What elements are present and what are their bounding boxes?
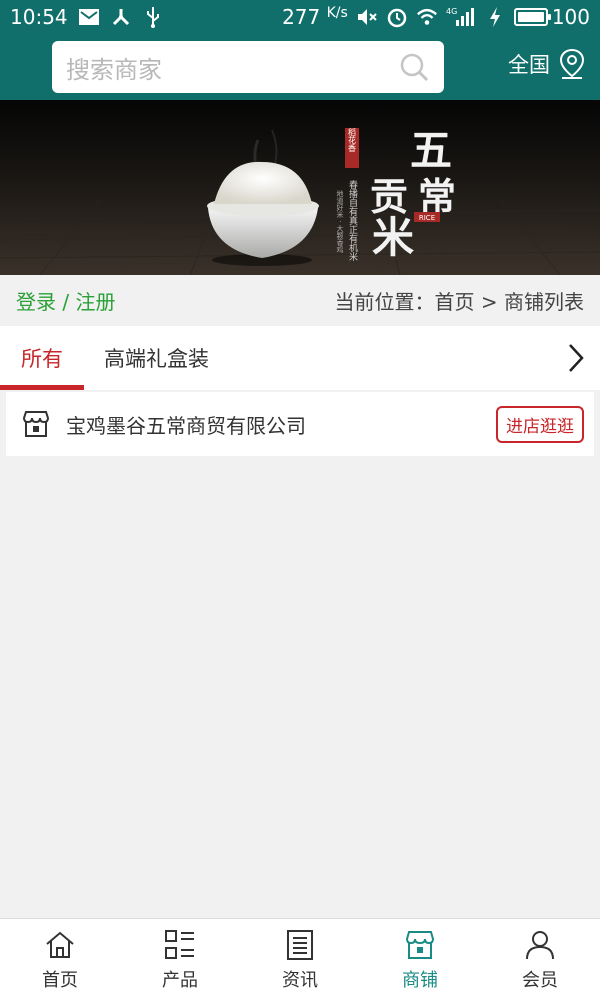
user-icon (526, 930, 554, 959)
banner-title-char-1: 五 (410, 126, 452, 175)
wifi-icon (416, 6, 438, 28)
chevron-right-icon (569, 344, 584, 372)
grid-list-icon (165, 929, 194, 959)
shop-name[interactable]: 宝鸡墨谷五常商贸有限公司 (66, 410, 496, 439)
breadcrumb-current: 商铺列表 (504, 290, 584, 314)
usb-icon (142, 6, 164, 28)
battery-level: 100 (551, 5, 590, 29)
banner-badge: 稻花香 (348, 127, 357, 153)
nav-products-label: 产品 (162, 969, 198, 991)
mute-icon (356, 6, 378, 28)
status-time: 10:54 (10, 5, 68, 29)
breadcrumb-arrow: > (480, 290, 498, 314)
nav-member-label: 会员 (522, 969, 558, 991)
signal-icon: 4G (446, 6, 476, 28)
status-bar: 10:54 277 K/s 4G 100 (0, 0, 600, 34)
store-icon (405, 930, 435, 959)
nav-member[interactable]: 会员 (480, 919, 600, 1000)
location-pin-icon (559, 48, 585, 79)
network-speed: 277 K/s (282, 5, 348, 29)
login-link[interactable]: 登录 (16, 290, 56, 314)
breadcrumb-bar: 登录 / 注册 当前位置：首页 > 商铺列表 (0, 275, 600, 326)
region-label: 全国 (508, 53, 550, 77)
register-link[interactable]: 注册 (75, 290, 115, 314)
nav-news[interactable]: 资讯 (240, 919, 360, 1000)
news-icon (287, 929, 313, 960)
search-placeholder: 搜索商家 (66, 55, 162, 84)
banner-sub-slogan: 地道好米 · 大颗香鸡 (336, 189, 344, 254)
nav-home-label: 首页 (42, 969, 78, 991)
auth-links: 登录 / 注册 (16, 286, 115, 315)
usb-debug-icon (110, 6, 132, 28)
tab-all[interactable]: 所有 (0, 326, 84, 390)
banner-image: 稻花香 春播自有真正有机米 地道好米 · 大颗香鸡 五 常 贡 米 RICE (0, 100, 600, 275)
nav-products[interactable]: 产品 (120, 919, 240, 1000)
alarm-icon (386, 6, 408, 28)
location-label: 当前位置： (334, 290, 435, 314)
nav-home[interactable]: 首页 (0, 919, 120, 1000)
message-icon (78, 6, 100, 28)
list-item[interactable]: 宝鸡墨谷五常商贸有限公司 进店逛逛 (6, 392, 594, 456)
search-icon[interactable] (398, 51, 430, 83)
tabs-more-button[interactable] (552, 326, 600, 390)
search-input[interactable]: 搜索商家 (52, 41, 444, 93)
enter-shop-button[interactable]: 进店逛逛 (496, 405, 584, 443)
app-header: 搜索商家 全国 (0, 34, 600, 100)
tab-gift-box[interactable]: 高端礼盒装 (84, 326, 229, 390)
charging-icon (484, 6, 506, 28)
nav-shops[interactable]: 商铺 (360, 919, 480, 1000)
banner-title-char-4: 米 (372, 213, 414, 262)
breadcrumb-home[interactable]: 首页 (435, 290, 475, 314)
breadcrumb: 当前位置：首页 > 商铺列表 (335, 286, 584, 315)
auth-separator: / (62, 290, 70, 314)
region-selector[interactable]: 全国 (508, 48, 586, 80)
nav-shops-label: 商铺 (402, 969, 438, 991)
store-icon (22, 411, 50, 437)
promo-banner[interactable]: 稻花香 春播自有真正有机米 地道好米 · 大颗香鸡 五 常 贡 米 RICE (0, 100, 600, 275)
category-tabs: 所有 高端礼盒装 (0, 326, 600, 390)
nav-news-label: 资讯 (282, 969, 318, 991)
banner-slogan: 春播自有真正有机米 (347, 179, 358, 262)
battery-icon: 100 (513, 5, 590, 29)
bottom-nav: 首页 产品 资讯 商铺 会员 (0, 918, 600, 1000)
home-icon (46, 931, 74, 958)
svg-text:4G: 4G (446, 7, 457, 16)
banner-tag: RICE (419, 214, 435, 222)
